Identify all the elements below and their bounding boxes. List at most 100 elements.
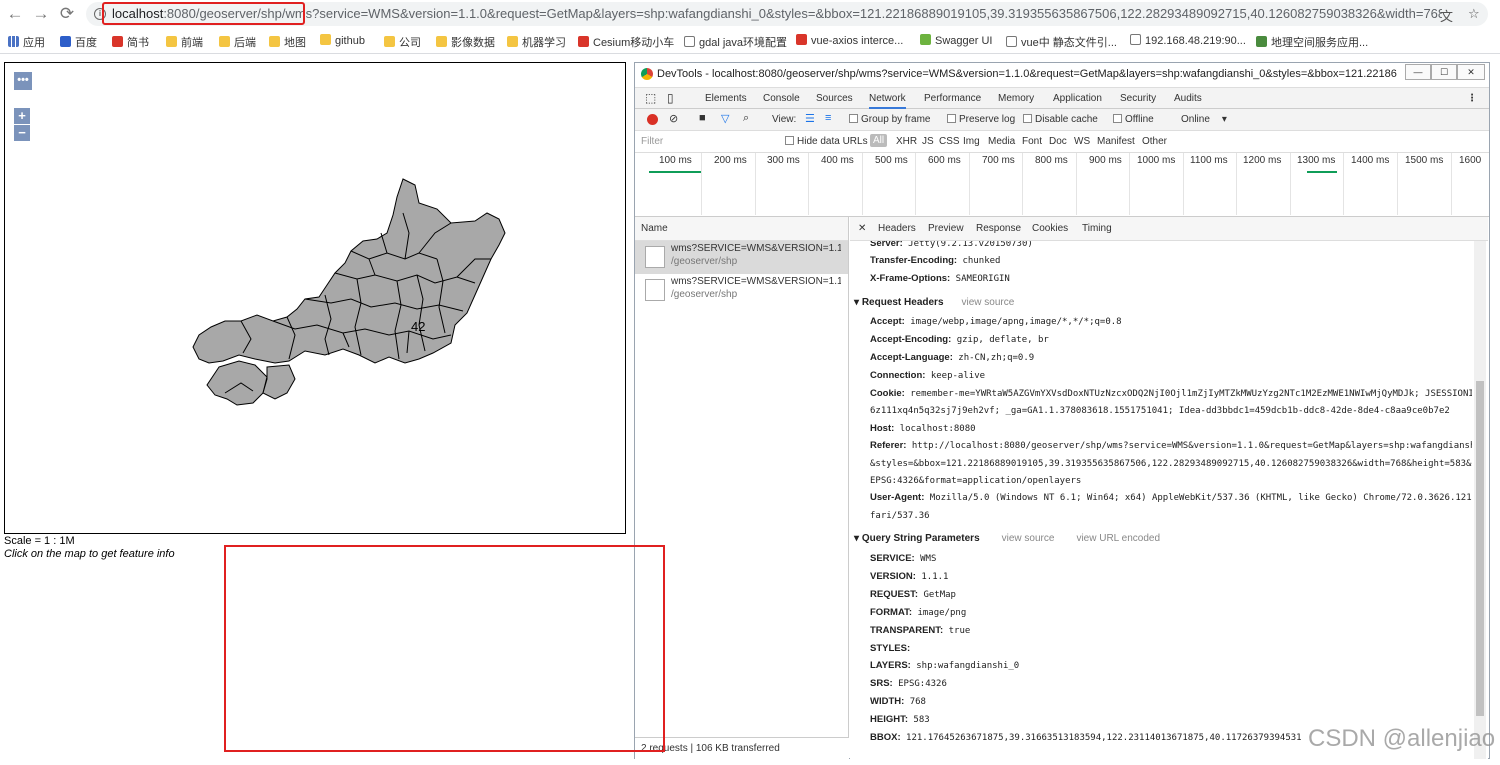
map-hint: Click on the map to get feature info xyxy=(4,548,175,560)
timeline-gridline xyxy=(1022,153,1023,215)
filter-all[interactable]: All xyxy=(870,134,888,147)
scale-text: Scale = 1 : 1M xyxy=(4,535,75,547)
baidu-icon xyxy=(60,36,71,47)
hide-data-urls-toggle[interactable]: Hide data URLs xyxy=(785,136,868,147)
forward-icon[interactable]: → xyxy=(30,3,52,25)
bookmark-backend[interactable]: 后端 xyxy=(219,34,256,50)
device-toggle-icon[interactable]: ▯ xyxy=(667,91,674,105)
group-by-frame-toggle[interactable]: Group by frame xyxy=(849,114,930,125)
tab-performance[interactable]: Performance xyxy=(924,93,981,104)
request-row[interactable]: wms?SERVICE=WMS&VERSION=1.1.1... /geoser… xyxy=(635,274,848,307)
bookmark-swagger[interactable]: Swagger UI xyxy=(920,34,992,47)
filter-css[interactable]: CSS xyxy=(939,136,960,147)
disable-cache-toggle[interactable]: Disable cache xyxy=(1023,114,1098,125)
tab-network[interactable]: Network xyxy=(869,93,906,109)
request-headers-section[interactable]: ▾ Request Headers view source xyxy=(854,297,1014,308)
filter-doc[interactable]: Doc xyxy=(1049,136,1067,147)
camera-icon[interactable]: ■ xyxy=(699,112,706,124)
folder-icon xyxy=(436,36,447,47)
tab-headers[interactable]: Headers xyxy=(878,223,916,234)
bookmark-vue-axios[interactable]: vue-axios interce... xyxy=(796,34,903,47)
view-source-link[interactable]: view source xyxy=(1002,533,1055,544)
column-name-header[interactable]: Name xyxy=(635,217,848,241)
search-icon[interactable]: ⌕ xyxy=(743,112,749,125)
tab-audits[interactable]: Audits xyxy=(1174,93,1202,104)
filter-js[interactable]: JS xyxy=(922,136,934,147)
filter-img[interactable]: Img xyxy=(963,136,980,147)
bookmark-ip[interactable]: 192.168.48.219:90... xyxy=(1130,34,1246,47)
tab-elements[interactable]: Elements xyxy=(705,93,747,104)
tab-timing[interactable]: Timing xyxy=(1082,223,1112,234)
preserve-log-toggle[interactable]: Preserve log xyxy=(947,114,1015,125)
tab-preview[interactable]: Preview xyxy=(928,223,964,234)
header-row: &styles=&bbox=121.22186889019105,39.3193… xyxy=(870,459,1472,469)
bookmark-cesium[interactable]: Cesium移动小车 xyxy=(578,34,674,50)
minimize-icon[interactable]: — xyxy=(1405,64,1431,80)
bookmark-ml[interactable]: 机器学习 xyxy=(507,34,566,50)
offline-toggle[interactable]: Offline xyxy=(1113,114,1154,125)
bookmark-apps[interactable]: 应用 xyxy=(8,34,45,50)
clear-icon[interactable]: ⊘ xyxy=(669,112,678,125)
bookmark-company[interactable]: 公司 xyxy=(384,34,421,50)
header-row: Server: Jetty(9.2.13.v20150730) xyxy=(870,241,1033,249)
bookmark-imagery[interactable]: 影像数据 xyxy=(436,34,495,50)
tab-sources[interactable]: Sources xyxy=(816,93,853,104)
bookmark-frontend[interactable]: 前端 xyxy=(166,34,203,50)
filter-xhr[interactable]: XHR xyxy=(896,136,917,147)
tab-cookies[interactable]: Cookies xyxy=(1032,223,1068,234)
translate-icon[interactable]: 文 xyxy=(1440,6,1453,25)
view-label: View: xyxy=(772,114,797,125)
back-icon[interactable]: ← xyxy=(4,3,26,25)
bookmark-jianshu[interactable]: 简书 xyxy=(112,34,149,50)
bookmark-gdal[interactable]: gdal java环境配置 xyxy=(684,34,787,50)
checkbox xyxy=(947,114,956,123)
header-row: X-Frame-Options: SAMEORIGIN xyxy=(870,273,1010,284)
timeline-bar xyxy=(649,171,701,173)
bookmark-geo-service[interactable]: 地理空间服务应用... xyxy=(1256,34,1368,50)
view-url-encoded-link[interactable]: view URL encoded xyxy=(1076,533,1160,544)
address-url[interactable]: localhost:8080/geoserver/shp/wms?service… xyxy=(112,6,1442,21)
waterfall-view-icon[interactable]: ≡ xyxy=(825,112,831,124)
tab-security[interactable]: Security xyxy=(1120,93,1156,104)
reload-icon[interactable]: ⟳ xyxy=(56,3,78,25)
list-view-icon[interactable]: ☰ xyxy=(805,112,815,125)
close-detail-icon[interactable]: ✕ xyxy=(858,223,866,234)
scrollbar-thumb[interactable] xyxy=(1476,381,1484,716)
filter-icon[interactable]: ▽ xyxy=(721,112,729,125)
district-polygons xyxy=(192,178,506,406)
headers-content: Server: Jetty(9.2.13.v20150730) Transfer… xyxy=(850,241,1472,759)
folder-icon xyxy=(166,36,177,47)
bookmark-github[interactable]: github xyxy=(320,34,365,47)
bookmark-vue-static[interactable]: vue中 静态文件引... xyxy=(1006,34,1117,50)
bookmark-baidu[interactable]: 百度 xyxy=(60,34,97,50)
bookmark-map[interactable]: 地图 xyxy=(269,34,306,50)
detail-scrollbar[interactable] xyxy=(1474,241,1486,759)
filter-input[interactable]: Filter xyxy=(641,136,771,147)
filter-other[interactable]: Other xyxy=(1142,136,1167,147)
filter-ws[interactable]: WS xyxy=(1074,136,1090,147)
inspect-icon[interactable]: ⬚ xyxy=(645,91,656,105)
filter-manifest[interactable]: Manifest xyxy=(1097,136,1135,147)
query-params-section[interactable]: ▾ Query String Parameters view source view… xyxy=(854,533,1160,544)
folder-icon xyxy=(384,36,395,47)
throttle-select[interactable]: Online ▾ xyxy=(1181,114,1227,125)
tab-console[interactable]: Console xyxy=(763,93,800,104)
close-icon[interactable]: ✕ xyxy=(1457,64,1485,80)
bookmark-star-icon[interactable]: ☆ xyxy=(1468,6,1480,22)
tab-memory[interactable]: Memory xyxy=(998,93,1034,104)
url-highlight-box xyxy=(102,2,305,25)
timeline-tick: 500 ms xyxy=(875,155,908,166)
maximize-icon[interactable]: ☐ xyxy=(1431,64,1457,80)
filter-font[interactable]: Font xyxy=(1022,136,1042,147)
request-name: wms?SERVICE=WMS&VERSION=1.1.1... xyxy=(671,276,841,287)
view-source-link[interactable]: view source xyxy=(962,297,1015,308)
timeline-tick: 1600 xyxy=(1459,155,1482,166)
more-menu-icon[interactable]: ⋮ xyxy=(1467,93,1477,104)
tab-response[interactable]: Response xyxy=(976,223,1021,234)
record-icon[interactable] xyxy=(647,114,658,125)
timeline-tick: 100 ms xyxy=(659,155,692,166)
tab-application[interactable]: Application xyxy=(1053,93,1102,104)
request-row[interactable]: wms?SERVICE=WMS&VERSION=1.1.1... /geoser… xyxy=(635,241,848,274)
filter-media[interactable]: Media xyxy=(988,136,1015,147)
map-viewport[interactable]: ••• + − 42 xyxy=(4,62,626,534)
